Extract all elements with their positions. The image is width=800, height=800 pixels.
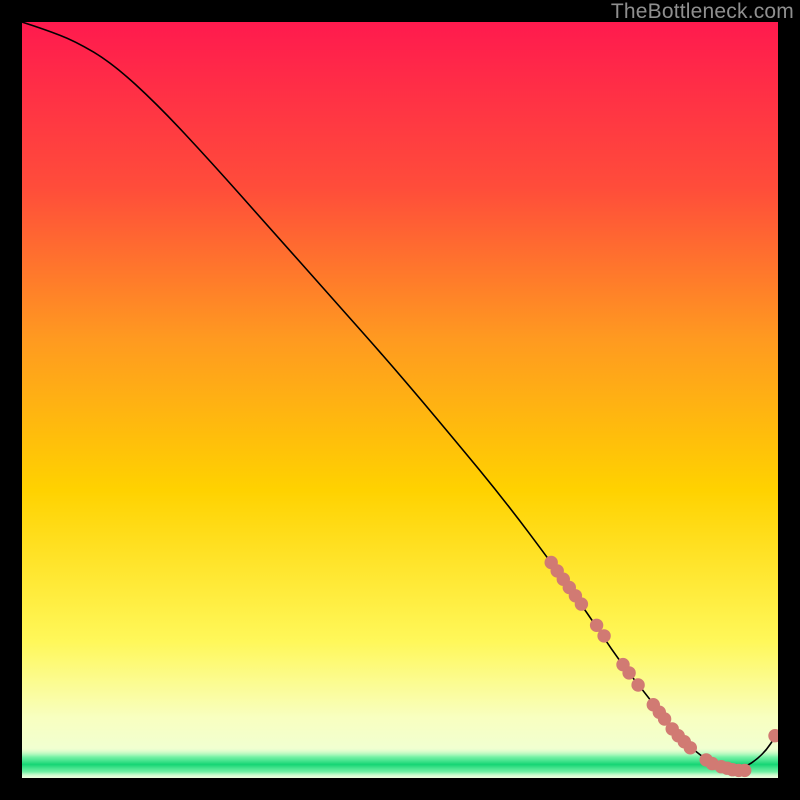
watermark-text: TheBottleneck.com	[611, 0, 794, 24]
curve-layer	[22, 22, 778, 778]
plot-area	[22, 22, 778, 778]
data-marker	[684, 742, 696, 754]
bottleneck-curve	[22, 22, 778, 769]
data-marker	[632, 679, 644, 691]
data-marker	[590, 619, 602, 631]
data-marker	[739, 764, 751, 776]
data-marker	[575, 598, 587, 610]
data-marker	[769, 730, 778, 742]
chart-stage: TheBottleneck.com	[0, 0, 800, 800]
data-marker	[623, 667, 635, 679]
data-marker	[598, 630, 610, 642]
marker-group	[545, 556, 778, 776]
